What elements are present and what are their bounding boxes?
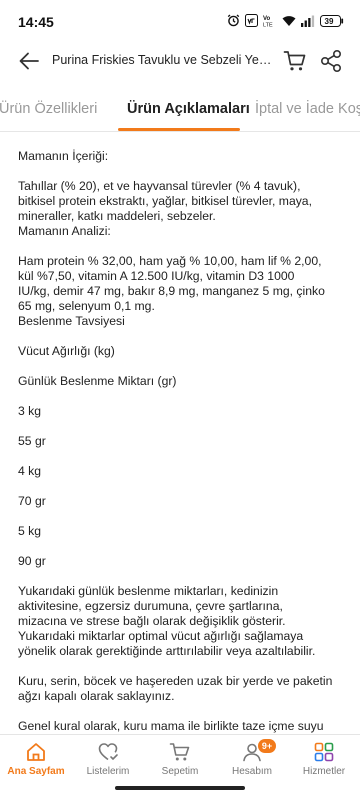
- description-line: Tahıllar (% 20), et ve hayvansal türevle…: [18, 179, 301, 193]
- description-line: 3 kg: [18, 404, 42, 418]
- tab-iptal-iade[interactable]: İptal ve İade Koşulları: [255, 101, 360, 117]
- nav-hizmetler[interactable]: Hizmetler: [288, 741, 360, 777]
- active-tab-indicator: [118, 128, 240, 131]
- nav-label: Ana Sayfam: [7, 766, 65, 777]
- home-indicator[interactable]: [115, 786, 245, 790]
- battery-icon: 39: [320, 14, 344, 27]
- description-line: Vücut Ağırlığı (kg): [18, 344, 115, 358]
- back-arrow-icon[interactable]: [18, 50, 40, 72]
- wifi-icon: [282, 15, 296, 26]
- description-line: ağzı kapalı olarak saklayınız.: [18, 689, 175, 703]
- product-description: . Mamanın İçeriği: Tahıllar (% 20), et v…: [18, 132, 348, 734]
- page-title: Purina Friskies Tavuklu ve Sebzeli Yetiş…: [52, 53, 272, 67]
- description-line: mizacına ve strese bağlı olarak değişikl…: [18, 614, 286, 628]
- alarm-icon: [227, 14, 240, 27]
- description-line: Beslenme Tavsiyesi: [18, 314, 125, 328]
- nav-ana-sayfam[interactable]: Ana Sayfam: [0, 741, 72, 777]
- volte-icon: VoLTE: [263, 16, 273, 28]
- description-line: 5 kg: [18, 524, 42, 538]
- status-icons: Vo LTE 39: [227, 14, 344, 27]
- description-line: aktivitesine, egzersiz durumuna, çevre ş…: [18, 599, 283, 613]
- description-line: kül %7,50, vitamin A 12.500 IU/kg, vitam…: [18, 269, 295, 283]
- description-line: Yukarıdaki miktarlar optimal vücut ağırl…: [18, 629, 304, 643]
- bottom-navigation: Ana Sayfam Listelerim Sepetim 9+ Hesabım…: [0, 734, 360, 780]
- svg-text:39: 39: [325, 17, 334, 26]
- svg-text:Vo: Vo: [263, 16, 271, 22]
- status-time: 14:45: [18, 14, 54, 30]
- description-line: Kuru, serin, böcek ve haşereden uzak bir…: [18, 674, 333, 688]
- nav-sepetim[interactable]: Sepetim: [144, 741, 216, 777]
- description-line: Günlük Beslenme Miktarı (gr): [18, 374, 177, 388]
- description-line: Genel kural olarak, kuru mama ile birlik…: [18, 719, 324, 733]
- description-line: 4 kg: [18, 464, 42, 478]
- product-tabs: Ürün Özellikleri Ürün Açıklamaları İptal…: [0, 90, 360, 132]
- cart-icon[interactable]: [283, 49, 307, 73]
- nav-label: Sepetim: [161, 766, 199, 777]
- nav-label: Hizmetler: [302, 766, 346, 777]
- description-line: yönelik olarak gerektiğinde arttırılabil…: [18, 644, 316, 658]
- description-line: .: [18, 132, 21, 137]
- description-line: 90 gr: [18, 554, 46, 568]
- heart-list-icon: [98, 743, 118, 761]
- tab-urun-ozellikleri[interactable]: Ürün Özellikleri: [0, 101, 97, 117]
- status-bar: 14:45 Vo LTE 39: [0, 0, 360, 40]
- description-line: 70 gr: [18, 494, 46, 508]
- description-line: IU/kg, demir 47 mg, bakır 8,9 mg, mangan…: [18, 284, 325, 298]
- home-icon: [27, 743, 45, 761]
- description-line: Mamanın Analizi:: [18, 224, 111, 238]
- description-line: 65 mg, selenyum 0,1 mg.: [18, 299, 155, 313]
- share-icon[interactable]: [320, 49, 342, 73]
- vowifi-icon: [245, 14, 258, 27]
- signal-icon: [301, 15, 315, 27]
- app-header: Purina Friskies Tavuklu ve Sebzeli Yetiş…: [0, 40, 360, 82]
- description-line: Yukarıdaki günlük beslenme miktarları, k…: [18, 584, 279, 598]
- svg-text:LTE: LTE: [263, 23, 273, 28]
- account-badge: 9+: [258, 739, 276, 753]
- cart-icon: [169, 743, 190, 761]
- grid-icon: [314, 742, 334, 762]
- nav-label: Listelerim: [86, 766, 130, 777]
- description-line: 55 gr: [18, 434, 46, 448]
- description-line: mineraller, katkı maddeleri, sebzeler.: [18, 209, 216, 223]
- nav-listelerim[interactable]: Listelerim: [72, 741, 144, 777]
- nav-hesabim[interactable]: 9+ Hesabım: [216, 739, 288, 777]
- tab-urun-aciklamalari[interactable]: Ürün Açıklamaları: [127, 101, 250, 117]
- description-line: Ham protein % 32,00, ham yağ % 10,00, ha…: [18, 254, 322, 268]
- description-line: bitkisel protein ekstraktı, yağlar, bitk…: [18, 194, 312, 208]
- nav-label: Hesabım: [231, 766, 272, 777]
- description-line: Mamanın İçeriği:: [18, 149, 109, 163]
